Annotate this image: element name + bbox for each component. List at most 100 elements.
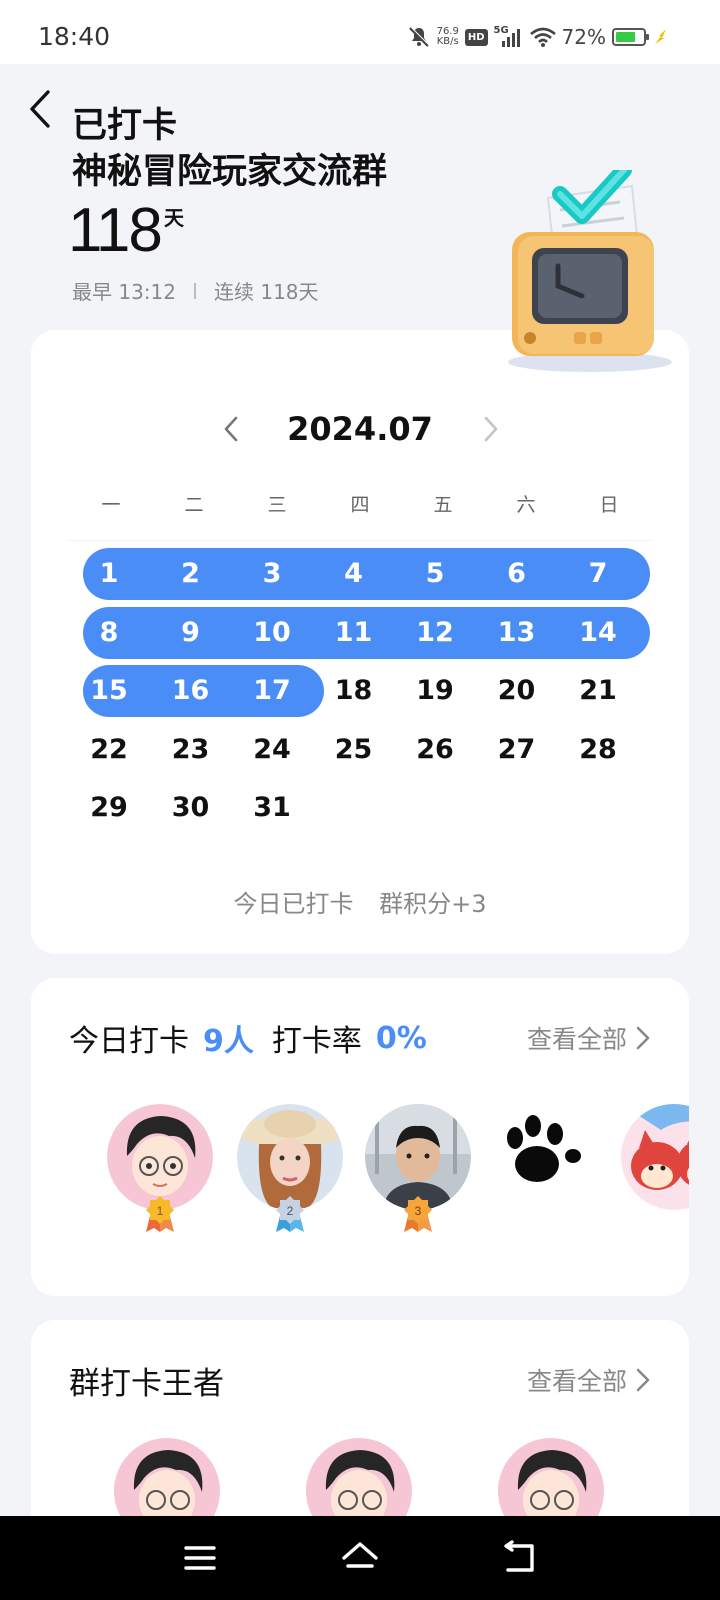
signal-icon: 5G xyxy=(494,25,524,49)
calendar-day[interactable]: 13 xyxy=(487,607,547,659)
checkin-rate-label: 打卡率 xyxy=(271,1024,362,1059)
avatar[interactable] xyxy=(493,1104,599,1210)
calendar-day[interactable]: 2 xyxy=(161,548,221,600)
calendar-day[interactable]: 23 xyxy=(161,724,221,776)
group-name: 神秘冒险玩家交流群 xyxy=(72,152,388,192)
calendar-day[interactable]: 16 xyxy=(161,665,221,717)
calendar-day[interactable]: 6 xyxy=(487,548,547,600)
calendar-day[interactable]: 12 xyxy=(405,607,465,659)
checkin-meta: 最早 13:12 连续 118天 xyxy=(72,276,319,305)
calendar-day[interactable]: 5 xyxy=(405,548,465,600)
calendar-day[interactable]: 18 xyxy=(324,665,384,717)
today-view-all-button[interactable]: 查看全部 xyxy=(527,1020,651,1056)
calendar-day[interactable]: 24 xyxy=(242,724,302,776)
weekday-label: 四 xyxy=(350,494,370,516)
checkin-points-text: 群积分+3 xyxy=(379,890,487,918)
calendar-day[interactable]: 26 xyxy=(405,724,465,776)
calendar-day[interactable]: 1 xyxy=(79,548,139,600)
streak-days: 连续 118天 xyxy=(214,280,319,304)
checkin-days-unit: 天 xyxy=(164,206,184,230)
calendar-card: 2024.07 一二三四五六日 1 2 3 4 5 6 7 8 9 10 11 12 13 14 15 16 1… xyxy=(31,330,689,954)
calendar-day[interactable]: 22 xyxy=(79,724,139,776)
medal-gold-icon: 1 xyxy=(146,1196,174,1232)
net-speed-unit: KB/s xyxy=(436,36,459,47)
calendar-day[interactable]: 28 xyxy=(568,724,628,776)
hd-icon: HD xyxy=(464,28,488,46)
prev-month-button[interactable] xyxy=(217,414,247,444)
battery-fill xyxy=(616,32,635,42)
chevron-right-icon xyxy=(636,1026,650,1050)
avatar[interactable] xyxy=(621,1104,689,1210)
charging-icon xyxy=(655,29,666,44)
calendar-day[interactable]: 11 xyxy=(324,607,384,659)
calendar-day[interactable]: 29 xyxy=(79,782,139,834)
weekday-label: 日 xyxy=(599,494,619,516)
earliest-time: 最早 13:12 xyxy=(72,280,176,304)
calendar-day[interactable]: 27 xyxy=(487,724,547,776)
month-label: 2024.07 xyxy=(287,410,433,448)
battery-percent: 72% xyxy=(561,25,606,49)
checkin-status: 今日已打卡 群积分+3 xyxy=(31,884,689,919)
calendar-day[interactable]: 15 xyxy=(79,665,139,717)
today-checkin-count: 9人 xyxy=(203,1024,254,1059)
checkin-kings-header: 群打卡王者 查看全部 xyxy=(69,1360,651,1402)
medal-bronze-icon: 3 xyxy=(404,1196,432,1232)
net-speed: 76.9 KB/s xyxy=(437,27,459,47)
checkin-rate: 0% xyxy=(375,1020,427,1056)
medal-gold-rank: 1 xyxy=(157,1204,164,1218)
chevron-right-icon xyxy=(636,1368,650,1392)
month-nav: 2024.07 xyxy=(31,406,689,452)
calendar-week-row: 8 9 10 11 12 13 14 xyxy=(83,606,654,659)
calendar-day[interactable]: 3 xyxy=(242,548,302,600)
weekday-header: 一二三四五六日 xyxy=(69,490,651,517)
calendar-day[interactable]: 30 xyxy=(161,782,221,834)
system-nav-bar xyxy=(0,1516,720,1600)
today-checkin-label: 今日打卡 xyxy=(69,1024,189,1059)
calendar-day[interactable]: 21 xyxy=(568,665,628,717)
calendar-day[interactable]: 7 xyxy=(568,548,628,600)
mute-bell-icon xyxy=(408,26,429,47)
calendar-day[interactable]: 19 xyxy=(405,665,465,717)
medal-bronze-rank: 3 xyxy=(415,1204,422,1218)
checkin-days-count: 118 xyxy=(68,196,163,265)
battery-icon xyxy=(612,28,649,46)
wifi-icon xyxy=(529,27,556,47)
page-title: 已打卡 xyxy=(72,106,178,146)
medal-silver-rank: 2 xyxy=(287,1204,294,1218)
menu-icon[interactable] xyxy=(178,1536,222,1580)
medal-silver-icon: 2 xyxy=(276,1196,304,1232)
weekday-label: 三 xyxy=(267,494,287,516)
meta-divider xyxy=(194,282,196,299)
calendar-day[interactable]: 25 xyxy=(324,724,384,776)
home-icon[interactable] xyxy=(338,1536,382,1580)
checkin-clock-illustration xyxy=(508,170,672,372)
back-button[interactable] xyxy=(24,86,64,132)
calendar-day[interactable]: 10 xyxy=(242,607,302,659)
calendar-day[interactable]: 20 xyxy=(487,665,547,717)
kings-view-all-button[interactable]: 查看全部 xyxy=(527,1362,651,1398)
calendar-day[interactable]: 31 xyxy=(242,782,302,834)
chevron-left-icon xyxy=(224,416,238,442)
weekday-label: 一 xyxy=(101,494,121,516)
status-icons: 76.9 KB/s HD 5G 72% xyxy=(407,22,670,52)
next-month-button[interactable] xyxy=(475,414,505,444)
view-all-label: 查看全部 xyxy=(526,1367,627,1396)
today-checkin-header: 今日打卡 9人 打卡率 0% 查看全部 xyxy=(69,1018,651,1059)
today-avatar-list: 1 2 3 xyxy=(75,1104,689,1244)
calendar-day[interactable]: 17 xyxy=(242,665,302,717)
calendar-day[interactable]: 8 xyxy=(79,607,139,659)
back-arrow-icon xyxy=(30,90,50,128)
battery-cap xyxy=(646,34,649,40)
calendar-day[interactable]: 14 xyxy=(568,607,628,659)
weekday-label: 五 xyxy=(433,494,453,516)
today-checkin-card: 今日打卡 9人 打卡率 0% 查看全部 1 2 3 xyxy=(31,978,689,1296)
weekday-label: 六 xyxy=(516,494,536,516)
calendar-day[interactable]: 4 xyxy=(324,548,384,600)
weekday-divider xyxy=(69,540,651,541)
calendar-week-row: 15 16 17 18 19 20 21 xyxy=(83,665,654,717)
checkin-kings-title: 群打卡王者 xyxy=(69,1365,224,1402)
calendar-week-row: 29 30 31 xyxy=(83,782,654,834)
status-bar: 18:40 76.9 KB/s HD 5G 72% xyxy=(0,0,720,64)
calendar-day[interactable]: 9 xyxy=(161,607,221,659)
back-nav-icon[interactable] xyxy=(498,1536,542,1580)
